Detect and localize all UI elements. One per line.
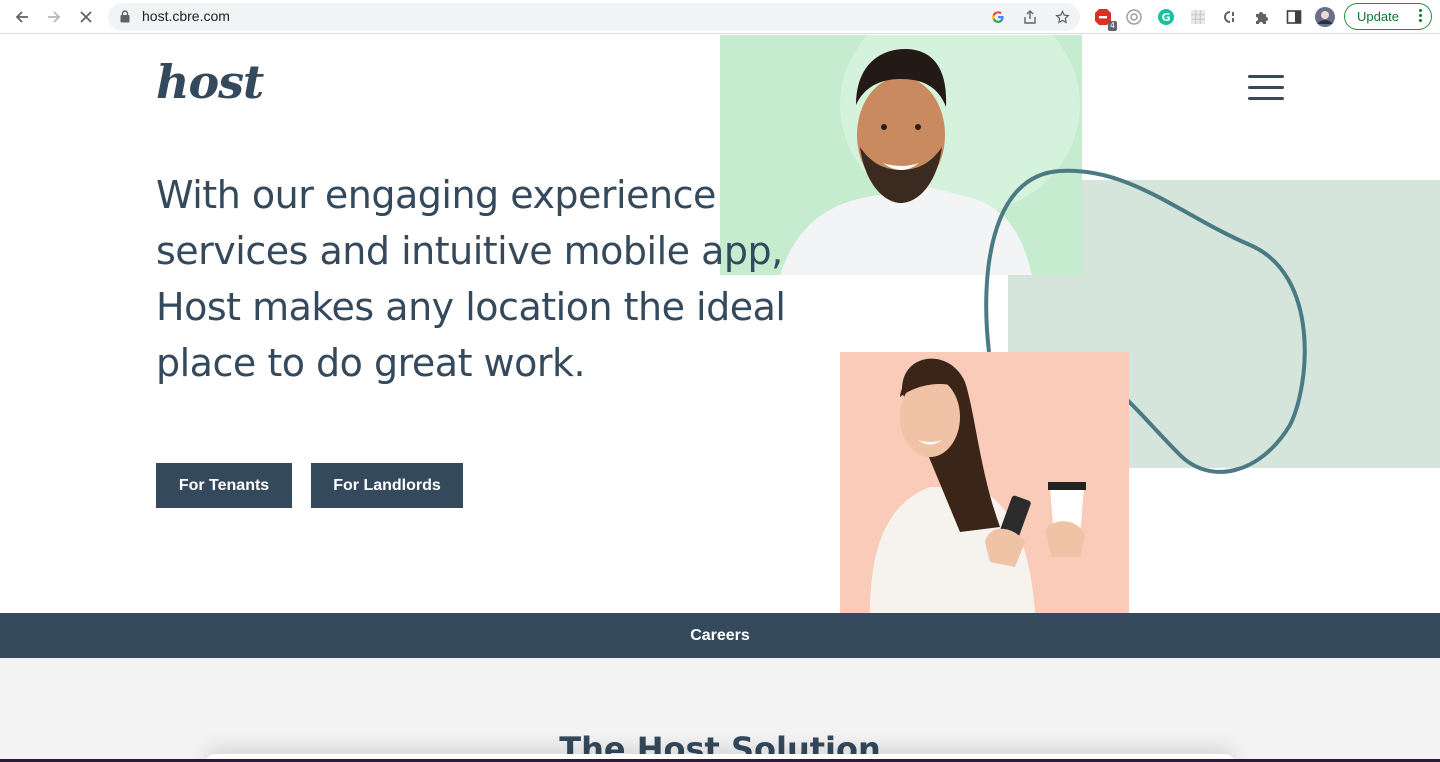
photo-woman-with-coffee [840,352,1129,613]
bookmark-star-icon[interactable] [1053,8,1071,26]
grid-extension-icon[interactable] [1187,6,1209,28]
svg-text:G: G [1161,11,1170,24]
update-label: Update [1357,9,1399,24]
grammarly-extension-icon[interactable]: G [1155,6,1177,28]
host-solution-section: The Host Solution [0,658,1440,762]
cc-extension-icon[interactable] [1219,6,1241,28]
host-logo[interactable]: host [156,55,264,109]
for-landlords-button[interactable]: For Landlords [311,463,463,508]
hero-headline: With our engaging experience services an… [156,173,786,385]
google-icon[interactable] [989,8,1007,26]
url-text[interactable]: host.cbre.com [142,8,230,24]
hamburger-menu-icon[interactable] [1248,75,1284,101]
back-icon[interactable] [10,5,34,29]
puzzle-icon[interactable] [1251,6,1273,28]
for-tenants-button[interactable]: For Tenants [156,463,292,508]
forward-icon[interactable] [42,5,66,29]
page-viewport: host With our engaging experience servic… [0,35,1440,762]
careers-link[interactable]: Careers [690,627,750,645]
update-button[interactable]: Update [1344,3,1432,30]
stop-loading-icon[interactable] [74,5,98,29]
extension-badge: 4 [1107,21,1117,31]
more-icon[interactable] [1419,9,1422,24]
address-bar[interactable]: host.cbre.com [108,3,1080,31]
profile-avatar[interactable] [1314,6,1336,28]
side-panel-icon[interactable] [1283,6,1305,28]
careers-banner: Careers [0,613,1440,658]
adblock-extension-icon[interactable]: 4 [1092,6,1117,31]
lock-icon[interactable] [120,10,130,23]
browser-toolbar: host.cbre.com 4 G Update [0,0,1440,34]
share-icon[interactable] [1021,8,1039,26]
target-extension-icon[interactable] [1123,6,1145,28]
